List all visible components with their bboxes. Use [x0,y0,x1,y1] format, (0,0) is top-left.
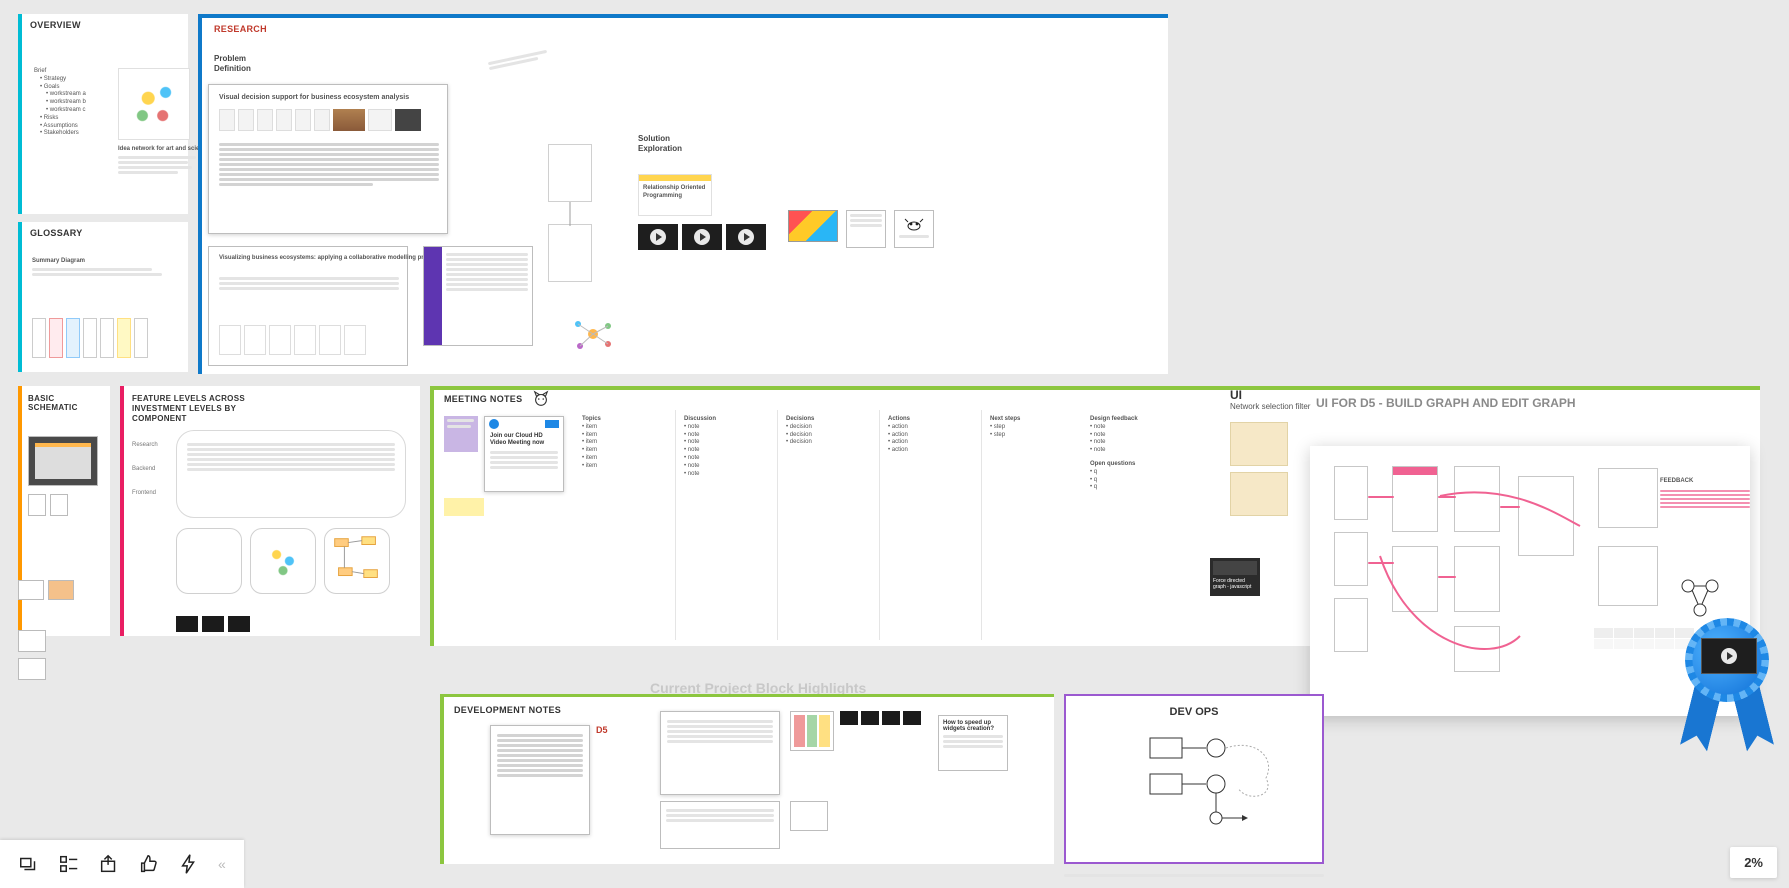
ribbon-video-thumb[interactable] [1701,638,1757,674]
glossary-body: Summary Diagram [32,258,172,278]
feature-thumbs [176,528,390,594]
ui-title: UI [1230,388,1242,402]
meeting-right-outline: Design feedback • note• note • note• not… [1090,416,1220,492]
collapse-toolbar-icon[interactable]: « [218,856,226,872]
research-note-card[interactable] [846,210,886,248]
feature-rowlabels: Research Backend Frontend [132,442,158,496]
dev-doc-4[interactable] [790,801,828,831]
meeting-invite-headline: Join our Cloud HD Video Meeting now [485,431,563,449]
force-graph-card[interactable]: Force directed graph - javascript [1210,558,1260,596]
peeking-text [1064,872,1324,879]
kanban-mini[interactable] [790,711,834,751]
research-empty-box-1[interactable] [548,144,592,202]
overview-thumb[interactable] [118,68,190,140]
research-screenshot-purple[interactable]: Quick workflow: map and iterate [423,246,533,346]
research-problem-label: Problem Definition [214,54,251,73]
glossary-thumb-row [32,318,148,358]
research-empty-box-2[interactable] [548,224,592,282]
play-icon [694,229,710,245]
ui-subtitle: Network selection filter [1230,402,1310,411]
section-research[interactable]: RESEARCH Problem Definition Visual decis… [198,14,1168,374]
award-ribbon-badge[interactable] [1681,620,1773,765]
meeting-columns: Topics • item• item • item• item • item•… [576,410,1084,640]
zoom-indicator[interactable]: 2% [1730,847,1777,878]
dog-icon [904,218,924,232]
research-dog-card[interactable] [894,210,934,248]
cat-icon [532,390,550,408]
research-doc-secondary[interactable]: Visualizing business ecosystems: applyin… [208,246,408,366]
research-title: RESEARCH [214,24,267,34]
dev-ops-title: DEV OPS [1066,706,1322,718]
research-thumb-colourful[interactable] [788,210,838,242]
development-notes-title: DEVELOPMENT NOTES [454,705,561,715]
schematic-extras[interactable] [18,580,108,680]
play-icon [1721,648,1737,664]
feature-matrix[interactable] [176,430,406,518]
bolt-icon[interactable] [178,853,200,875]
overview-outline: Brief • Strategy • Goals • workstream a … [34,68,104,138]
dev-ops-sketch[interactable] [1146,728,1286,838]
dev-doc-3[interactable] [660,801,780,849]
purple-sticky[interactable] [444,416,478,452]
research-annotated-label [487,48,548,72]
video-tile-2[interactable] [682,224,722,250]
mural-canvas[interactable]: OVERVIEW Brief • Strategy • Goals • work… [0,0,1789,888]
play-icon [738,229,754,245]
play-icon [650,229,666,245]
yellow-sticky[interactable] [444,498,484,516]
dark-tiles[interactable] [840,711,921,725]
d5-label: D5 [596,725,608,735]
research-doc-main[interactable]: Visual decision support for business eco… [208,84,448,234]
basic-schematic-title: BASIC SCHEMATIC [28,394,78,412]
feedback-strip[interactable]: FEEDBACK [1660,478,1750,510]
thumbs-up-icon[interactable] [138,853,160,875]
section-dev-ops[interactable]: DEV OPS [1064,694,1324,864]
research-solution-label: Solution Exploration [638,134,682,153]
components-icon[interactable] [58,853,80,875]
mini-graph-icon [1670,566,1730,626]
glossary-title: GLOSSARY [30,228,83,238]
stackoverflow-title: How to speed up widgets creation? [943,720,1003,732]
meeting-notes-title: MEETING NOTES [444,394,522,404]
mini-mindmap[interactable] [568,314,618,354]
solution-card-1[interactable]: Relationship Oriented Programming [638,174,712,216]
stackoverflow-card[interactable]: How to speed up widgets creation? [938,715,1008,771]
ui-flow-title: UI FOR D5 - BUILD GRAPH AND EDIT GRAPH [1316,396,1576,410]
section-feature-levels[interactable]: FEATURE LEVELS ACROSS INVESTMENT LEVELS … [120,386,420,636]
schematic-screenshot[interactable] [28,436,98,486]
share-icon[interactable] [98,853,120,875]
dev-doc-1[interactable] [490,725,590,835]
paper-photo-1[interactable] [1230,422,1288,466]
feature-levels-title: FEATURE LEVELS ACROSS INVESTMENT LEVELS … [132,394,245,424]
section-overview[interactable]: OVERVIEW Brief • Strategy • Goals • work… [18,14,188,214]
video-tile-3[interactable] [726,224,766,250]
section-development-notes[interactable]: DEVELOPMENT NOTES D5 [440,694,1054,864]
video-tile-1[interactable] [638,224,678,250]
bottom-right-table[interactable] [1594,628,1694,698]
paper-photo-2[interactable] [1230,472,1288,516]
bottom-toolbar: « [0,840,244,888]
overview-caption: Idea network for art and science [118,146,198,176]
meeting-invite-card[interactable]: Join our Cloud HD Video Meeting now [484,416,564,492]
overview-title: OVERVIEW [30,20,81,30]
section-glossary[interactable]: GLOSSARY Summary Diagram [18,222,188,372]
dev-doc-2[interactable] [660,711,780,795]
frames-icon[interactable] [18,853,40,875]
connector-line [548,199,592,229]
schematic-thumbs [28,494,68,516]
